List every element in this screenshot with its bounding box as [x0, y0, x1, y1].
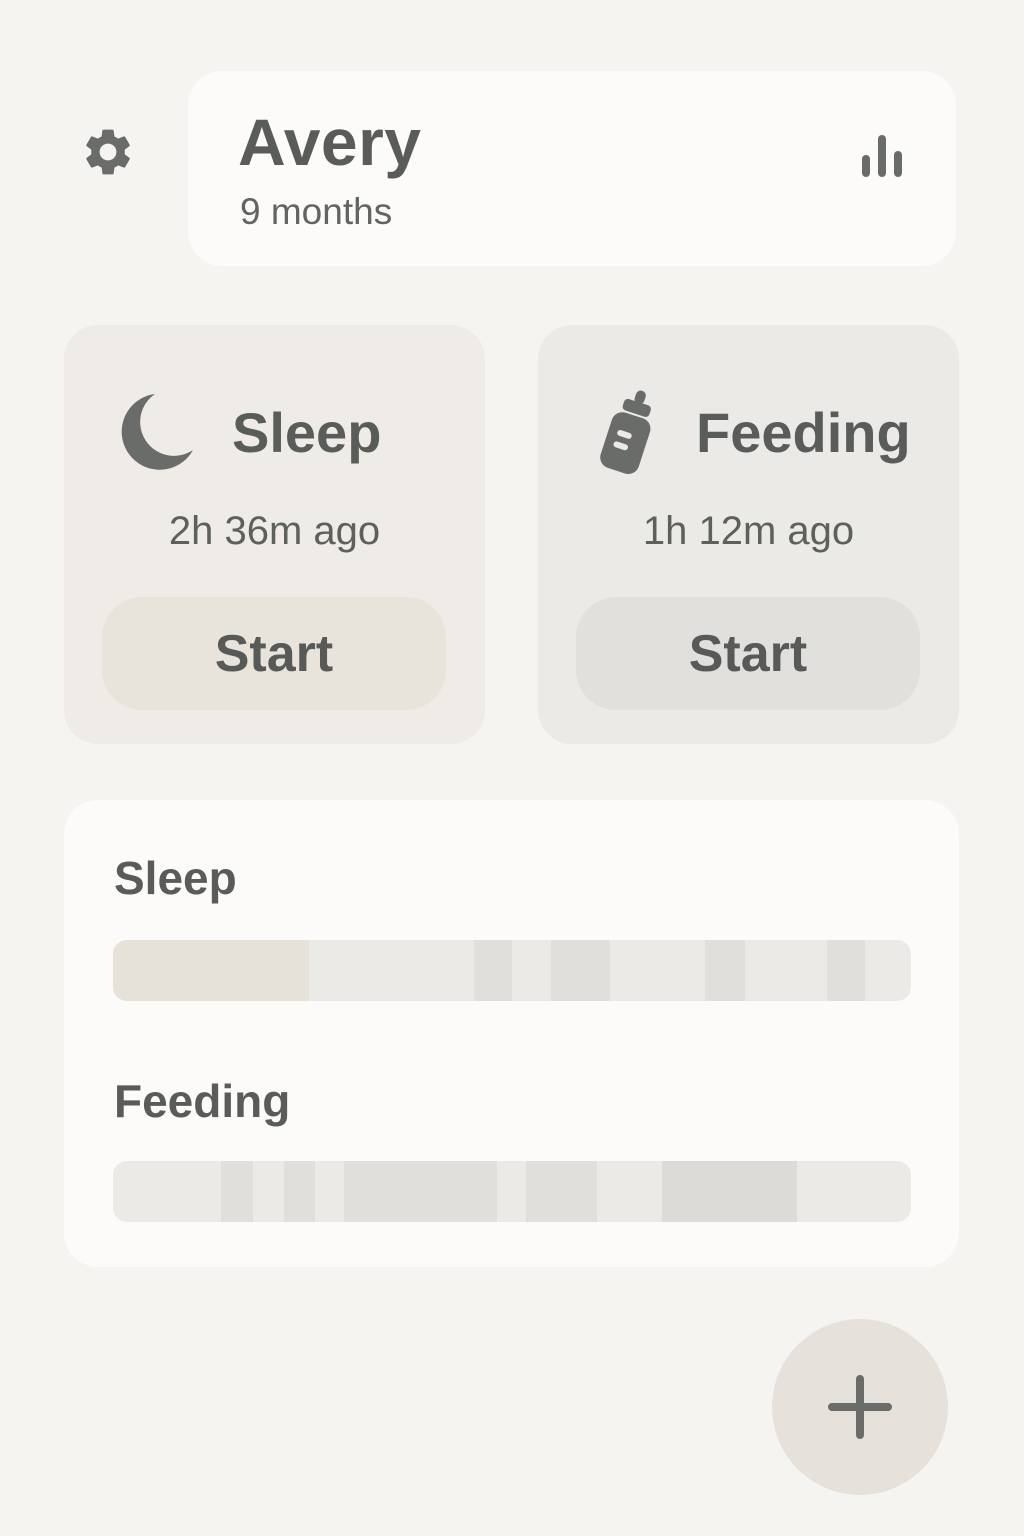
sleep-timeline-segment — [705, 940, 745, 1001]
feeding-timeline[interactable] — [113, 1161, 911, 1222]
gear-icon — [86, 129, 130, 175]
child-name: Avery — [238, 105, 422, 179]
moon-icon — [116, 387, 200, 477]
child-profile-card[interactable]: Avery 9 months — [188, 71, 956, 266]
sleep-timeline-segment — [551, 940, 611, 1001]
sleep-timeline-segment — [473, 940, 512, 1001]
sleep-timeline-segment — [113, 940, 309, 1001]
feeding-timeline-segment — [220, 1161, 254, 1222]
feeding-timeline-segment — [344, 1161, 497, 1222]
start-feeding-button[interactable]: Start — [576, 597, 920, 710]
add-entry-button[interactable] — [772, 1319, 948, 1495]
feeding-timeline-segment — [662, 1161, 797, 1222]
sleep-last-time: 2h 36m ago — [168, 509, 381, 553]
baby-bottle-icon — [588, 387, 672, 477]
plus-icon — [828, 1375, 892, 1439]
feeding-timeline-segment — [283, 1161, 315, 1222]
feeding-timeline-label: Feeding — [114, 1075, 291, 1127]
child-age: 9 months — [240, 191, 393, 232]
feeding-timeline-segment — [526, 1161, 598, 1222]
sleep-timeline-segment — [827, 940, 865, 1001]
sleep-card-title: Sleep — [232, 401, 382, 464]
feeding-last-time: 1h 12m ago — [642, 509, 855, 553]
stats-button[interactable] — [850, 125, 914, 189]
feeding-card-title: Feeding — [696, 401, 911, 464]
bar-chart-icon — [862, 135, 902, 177]
feeding-card: Feeding 1h 12m ago Start — [538, 325, 959, 744]
sleep-card: Sleep 2h 36m ago Start — [64, 325, 485, 744]
start-sleep-button[interactable]: Start — [102, 597, 446, 710]
timeline-panel: Sleep Feeding — [64, 800, 959, 1267]
settings-button[interactable] — [78, 122, 138, 182]
sleep-timeline[interactable] — [113, 940, 911, 1001]
sleep-timeline-label: Sleep — [114, 852, 237, 904]
